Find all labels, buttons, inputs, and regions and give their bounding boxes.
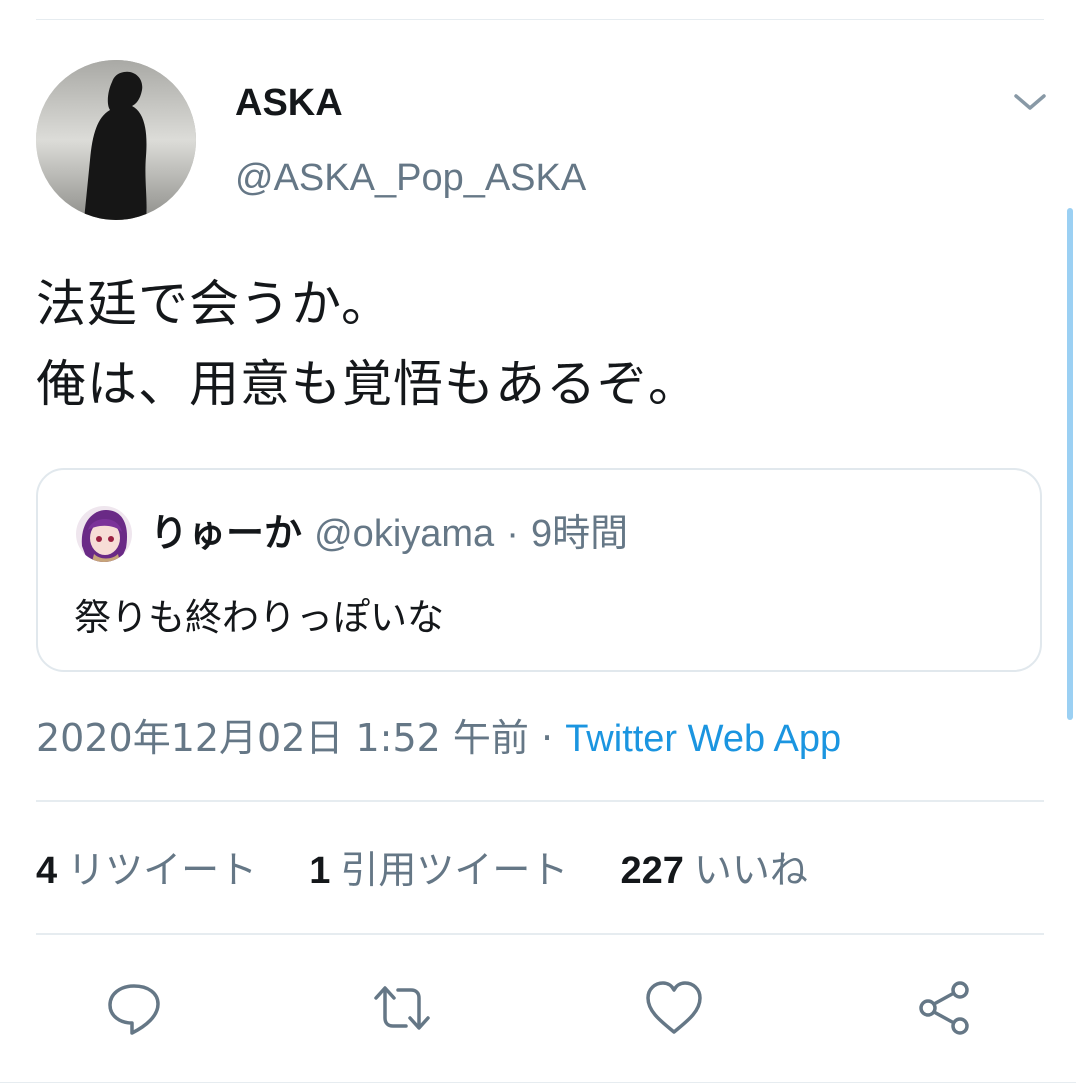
quoted-author-handle: @okiyama	[314, 513, 495, 555]
tweet-text-line-2: 俺は、用意も覚悟もあるぞ。	[36, 355, 699, 413]
tweet-source-link[interactable]: Twitter Web App	[565, 718, 841, 760]
retweets-stat[interactable]: 4 リツイート	[36, 848, 257, 892]
retweets-label: リツイート	[67, 848, 258, 892]
author-handle[interactable]: @ASKA_Pop_ASKA	[235, 155, 586, 201]
tweet-timestamp: 2020年12月02日 1:52 午前	[36, 716, 529, 760]
heart-icon	[646, 981, 702, 1034]
share-icon	[919, 981, 969, 1035]
author-avatar[interactable]	[36, 60, 196, 220]
likes-stat[interactable]: 227 いいね	[621, 848, 808, 892]
like-button[interactable]	[644, 978, 704, 1038]
stats-bottom-divider	[36, 933, 1044, 935]
chevron-down-icon[interactable]	[1008, 84, 1052, 120]
tweet-stats: 4 リツイート 1 引用ツイート 227 いいね	[36, 846, 848, 895]
retweet-icon	[374, 986, 430, 1030]
share-button[interactable]	[914, 978, 974, 1038]
timestamp-separator: ·	[541, 716, 554, 760]
quote-tweets-label: 引用ツイート	[340, 848, 569, 892]
retweet-button[interactable]	[372, 978, 432, 1038]
stats-top-divider	[36, 800, 1044, 802]
tweet-timestamp-line: 2020年12月02日 1:52 午前 · Twitter Web App	[36, 714, 841, 763]
tweet-text-line-1: 法廷で会うか。	[36, 275, 392, 333]
quoted-author-name: りゅーか	[150, 511, 303, 555]
quoted-tweet-text: 祭りも終わりっぽいな	[74, 596, 444, 639]
likes-label: いいね	[693, 848, 808, 892]
avatar-silhouette	[36, 60, 196, 220]
author-display-name[interactable]: ASKA	[235, 80, 343, 126]
quoted-tweet-card[interactable]: りゅーか @okiyama · 9時間 祭りも終わりっぽいな	[36, 468, 1042, 672]
reply-icon	[108, 984, 160, 1035]
quote-tweets-count: 1	[309, 850, 331, 892]
quoted-tweet-header: りゅーか @okiyama · 9時間	[150, 510, 628, 557]
top-divider	[36, 19, 1044, 20]
likes-count: 227	[620, 850, 684, 892]
quoted-separator: ·	[506, 513, 519, 555]
bottom-divider	[0, 1082, 1076, 1083]
quoted-time: 9時間	[531, 513, 629, 555]
scrollbar[interactable]	[1067, 208, 1073, 720]
reply-button[interactable]	[104, 978, 164, 1038]
retweets-count: 4	[36, 850, 58, 892]
anime-avatar-icon	[76, 506, 132, 562]
quote-tweets-stat[interactable]: 1 引用ツイート	[309, 848, 568, 892]
quoted-author-avatar	[76, 506, 132, 562]
tweet-detail-page: ASKA @ASKA_Pop_ASKA 法廷で会うか。 俺は、用意も覚悟もあるぞ…	[0, 0, 1076, 1088]
tweet-text: 法廷で会うか。 俺は、用意も覚悟もあるぞ。	[36, 264, 699, 424]
